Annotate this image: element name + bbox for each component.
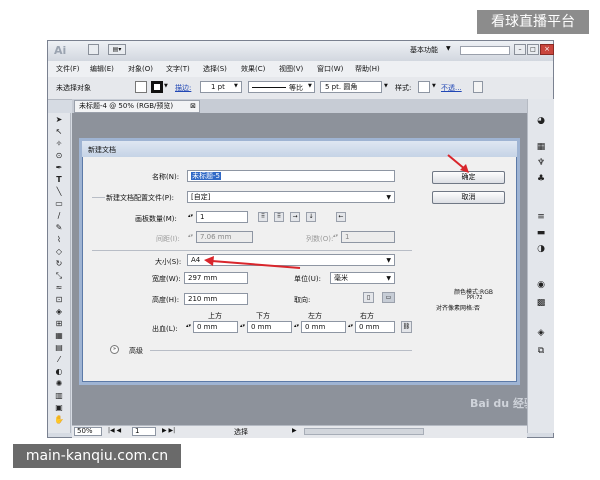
arrow-to-size (211, 260, 301, 269)
arrow-head (204, 256, 214, 266)
annotation-arrows (204, 154, 469, 269)
watermark-top: 看球直播平台 (477, 10, 589, 34)
watermark-bottom: main-kanqiu.com.cn (13, 444, 181, 468)
